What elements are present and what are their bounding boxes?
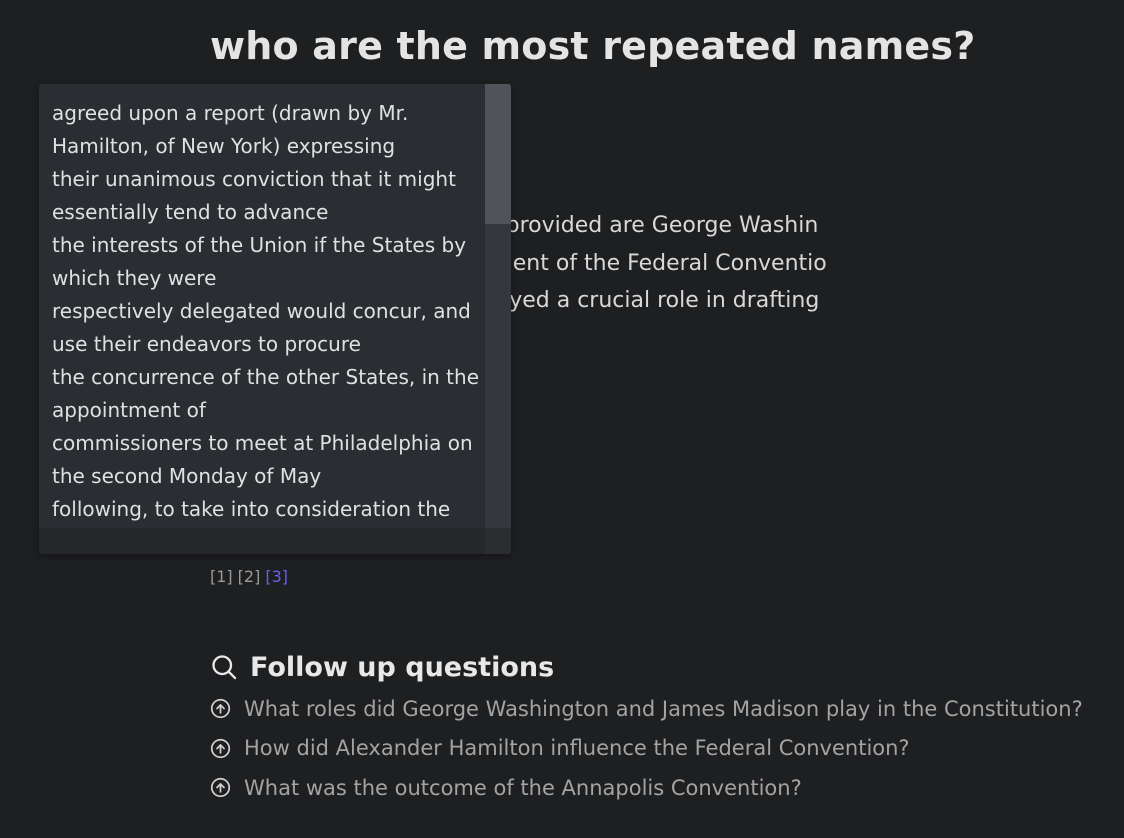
search-icon bbox=[212, 655, 237, 680]
arrow-up-circle-icon bbox=[210, 778, 231, 798]
source-line: use their endeavors to procure bbox=[52, 332, 361, 356]
source-line: appointment of bbox=[52, 398, 206, 422]
citation-list: [1] [2] [3] bbox=[210, 567, 293, 586]
horizontal-scrollbar[interactable] bbox=[39, 528, 485, 554]
arrow-up-circle-icon bbox=[210, 738, 231, 758]
follow-up-question-label[interactable]: What roles did George Washington and Jam… bbox=[244, 697, 1083, 721]
citation-link-active[interactable]: [3] bbox=[265, 567, 288, 586]
question-title: who are the most repeated names? bbox=[210, 24, 976, 68]
source-line: the second Monday of May bbox=[52, 464, 322, 488]
source-line: the interests of the Union if the States… bbox=[52, 233, 467, 257]
source-line: commissioners to meet at Philadelphia on bbox=[52, 431, 473, 455]
source-line: respectively delegated would concur, and bbox=[52, 299, 471, 323]
source-line: their unanimous conviction that it might bbox=[52, 167, 456, 191]
follow-up-question-label[interactable]: What was the outcome of the Annapolis Co… bbox=[244, 776, 802, 800]
scrollbar-corner bbox=[485, 528, 511, 554]
follow-up-question[interactable]: What was the outcome of the Annapolis Co… bbox=[210, 768, 1083, 808]
follow-up-section: Follow up questions What roles did Georg… bbox=[210, 645, 1083, 808]
arrow-up-circle-icon bbox=[210, 699, 231, 719]
follow-up-question[interactable]: What roles did George Washington and Jam… bbox=[210, 689, 1083, 729]
citation-link[interactable]: [2] bbox=[238, 567, 261, 586]
source-line: Hamilton, of New York) expressing bbox=[52, 134, 396, 158]
follow-up-header: Follow up questions bbox=[210, 645, 1083, 689]
follow-up-question[interactable]: How did Alexander Hamilton influence the… bbox=[210, 729, 1083, 769]
source-popup: agreed upon a report (drawn by Mr. Hamil… bbox=[39, 84, 511, 554]
source-line: essentially tend to advance bbox=[52, 200, 329, 224]
follow-up-title: Follow up questions bbox=[250, 651, 555, 683]
source-line: following, to take into consideration th… bbox=[52, 497, 451, 521]
source-line: agreed upon a report (drawn by Mr. bbox=[52, 101, 409, 125]
source-popup-text: agreed upon a report (drawn by Mr. Hamil… bbox=[52, 97, 479, 526]
citation-link[interactable]: [1] bbox=[210, 567, 233, 586]
source-line: which they were bbox=[52, 266, 217, 290]
follow-up-question-label[interactable]: How did Alexander Hamilton influence the… bbox=[244, 736, 910, 760]
scrollbar-thumb[interactable] bbox=[485, 84, 511, 224]
source-line: the concurrence of the other States, in … bbox=[52, 365, 479, 389]
vertical-scrollbar[interactable] bbox=[485, 84, 511, 554]
chat-page: who are the most repeated names? t frequ… bbox=[0, 0, 1124, 838]
